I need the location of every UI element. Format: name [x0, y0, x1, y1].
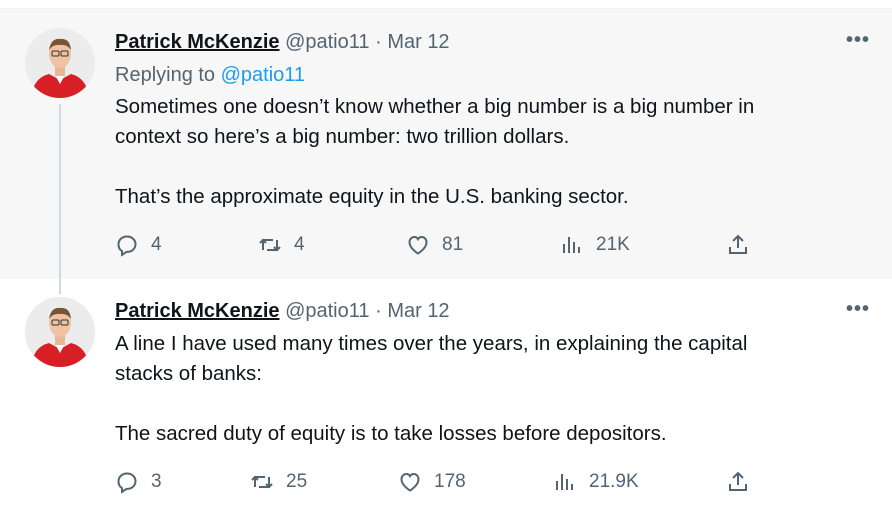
like-button[interactable]: 81	[406, 230, 463, 260]
retweet-button[interactable]: 25	[250, 467, 307, 497]
views-button[interactable]: 21.9K	[553, 467, 639, 497]
thread-connector	[59, 104, 61, 294]
retweet-button[interactable]: 4	[258, 230, 305, 260]
author-handle[interactable]: @patio11	[285, 300, 369, 322]
views-icon	[556, 474, 573, 490]
avatar-image	[25, 28, 95, 98]
tweet-text-line: The sacred duty of equity is to take los…	[115, 422, 667, 445]
like-count: 178	[434, 471, 466, 492]
tweet-text-line: A line I have used many times over the y…	[115, 332, 748, 355]
tweet-text: A line I have used many times over the y…	[115, 329, 875, 449]
tweet-date[interactable]: Mar 12	[387, 300, 449, 322]
views-count: 21.9K	[589, 471, 639, 492]
more-icon[interactable]: •••	[846, 29, 870, 52]
share-icon	[729, 471, 747, 491]
author-name[interactable]: Patrick McKenzie	[115, 300, 280, 322]
retweet-icon	[251, 475, 273, 489]
tweet-text-line: That’s the approximate equity in the U.S…	[115, 185, 629, 208]
views-icon	[563, 237, 580, 253]
like-count: 81	[442, 234, 464, 255]
tweet[interactable]: Patrick McKenzie @patio11 · Mar 12 ••• R…	[0, 9, 892, 279]
reply-button[interactable]: 3	[115, 467, 162, 497]
reply-mention-link[interactable]: @patio11	[221, 64, 305, 86]
reply-button[interactable]: 4	[115, 230, 162, 260]
action-bar: 3 25 178 21.9K	[0, 467, 892, 497]
tweet-header: Patrick McKenzie @patio11 · Mar 12	[115, 299, 450, 323]
tweet-text: Sometimes one doesn’t know whether a big…	[115, 92, 875, 212]
author-handle[interactable]: @patio11	[285, 31, 369, 53]
avatar[interactable]	[25, 28, 95, 98]
tweet[interactable]: Patrick McKenzie @patio11 · Mar 12 ••• A…	[0, 279, 892, 511]
avatar[interactable]	[25, 297, 95, 367]
reply-prefix: Replying to	[115, 64, 216, 86]
tweet-header: Patrick McKenzie @patio11 · Mar 12	[115, 30, 450, 54]
like-button[interactable]: 178	[398, 467, 466, 497]
share-icon	[729, 234, 747, 254]
retweet-icon	[259, 238, 281, 252]
views-button[interactable]: 21K	[560, 230, 630, 260]
reply-icon	[117, 235, 137, 257]
separator: ·	[375, 300, 382, 322]
tweet-date[interactable]: Mar 12	[387, 31, 449, 53]
reply-count: 3	[151, 471, 162, 492]
reply-icon	[117, 472, 137, 494]
views-count: 21K	[596, 234, 630, 255]
author-name[interactable]: Patrick McKenzie	[115, 31, 280, 53]
share-button[interactable]	[726, 230, 750, 260]
retweet-count: 25	[286, 471, 308, 492]
like-icon	[408, 235, 428, 255]
reply-count: 4	[151, 234, 162, 255]
reply-context: Replying to @patio11	[115, 63, 305, 87]
like-icon	[400, 472, 420, 492]
avatar-image	[25, 297, 95, 367]
separator: ·	[375, 31, 382, 53]
more-icon[interactable]: •••	[846, 298, 870, 321]
retweet-count: 4	[294, 234, 305, 255]
tweet-text-line: context so here’s a big number: two tril…	[115, 125, 570, 148]
action-bar: 4 4 81 21K	[0, 230, 892, 260]
tweet-text-line: Sometimes one doesn’t know whether a big…	[115, 95, 755, 118]
share-button[interactable]	[726, 467, 750, 497]
tweet-text-line: stacks of banks:	[115, 362, 262, 385]
